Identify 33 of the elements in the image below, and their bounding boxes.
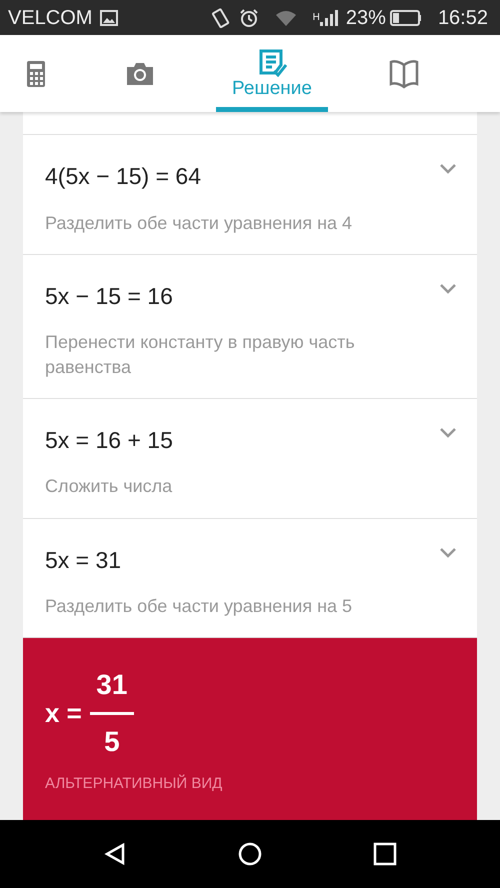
step-hint: Сложить числа bbox=[45, 475, 174, 498]
vibrate-icon bbox=[210, 8, 231, 28]
carrier-name: VELCOM bbox=[8, 6, 92, 30]
alarm-icon bbox=[238, 8, 259, 28]
image-icon bbox=[100, 10, 118, 26]
numerator: 31 bbox=[96, 668, 128, 702]
equation: 5x = 16 + 15 bbox=[45, 426, 173, 455]
alternative-view-link[interactable]: АЛЬТЕРНАТИВНЫЙ ВИД bbox=[45, 773, 222, 796]
denominator: 5 bbox=[104, 725, 120, 760]
home-icon[interactable] bbox=[238, 842, 262, 866]
network-type: H bbox=[312, 12, 320, 22]
checklist-icon bbox=[257, 49, 287, 77]
equation: 4(5x − 15) = 64 bbox=[45, 162, 201, 191]
calculator-icon bbox=[26, 60, 46, 88]
signal-icon bbox=[320, 8, 338, 26]
chevron-icon[interactable] bbox=[439, 282, 457, 295]
step-hint: Разделить обе части уравнения на 4 bbox=[45, 212, 354, 235]
wifi-icon bbox=[274, 8, 297, 26]
equation: 5x − 15 = 16 bbox=[45, 282, 173, 311]
fraction-bar bbox=[90, 712, 134, 716]
chevron-icon[interactable] bbox=[439, 546, 457, 559]
variable-label: x = bbox=[45, 697, 82, 730]
chevron-icon[interactable] bbox=[439, 426, 457, 439]
battery-percent: 23% bbox=[346, 6, 386, 30]
equation: 5x = 31 bbox=[45, 546, 122, 575]
book-icon bbox=[389, 58, 419, 88]
clock-time: 16:52 bbox=[438, 6, 488, 30]
step-hint: Перенести константу в правую часть равенства bbox=[45, 331, 356, 379]
recents-icon[interactable] bbox=[372, 842, 397, 866]
chevron-icon[interactable] bbox=[439, 163, 457, 175]
step-hint: Разделить обе части уравнения на 5 bbox=[45, 595, 354, 618]
back-icon[interactable] bbox=[103, 842, 128, 866]
battery-icon bbox=[390, 10, 422, 26]
